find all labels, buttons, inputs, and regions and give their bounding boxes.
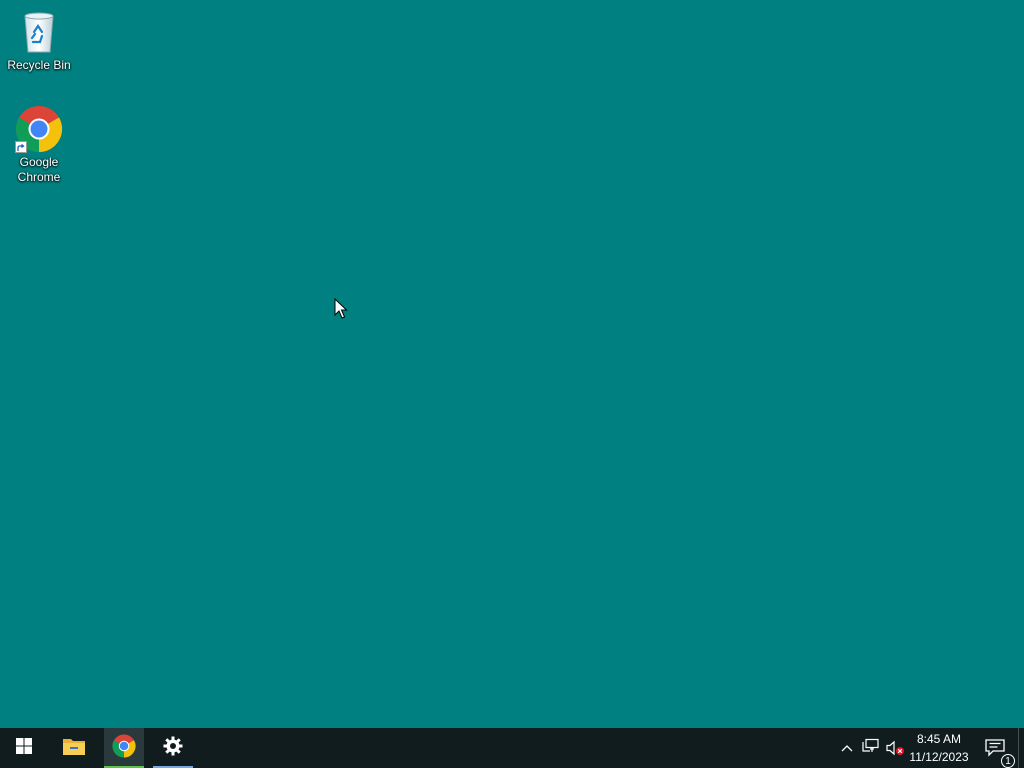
start-button[interactable] <box>0 728 48 768</box>
chrome-icon <box>112 734 136 763</box>
recycle-bin-icon <box>15 8 63 56</box>
volume-muted-icon <box>885 740 905 756</box>
notification-count-badge: 1 <box>1001 754 1015 768</box>
show-hidden-icons-button[interactable] <box>838 728 856 768</box>
chevron-up-icon <box>841 739 853 757</box>
gear-icon <box>163 736 183 761</box>
show-desktop-button[interactable] <box>1018 728 1024 768</box>
shortcut-arrow-icon <box>15 141 27 153</box>
settings-taskbar-button[interactable] <box>153 728 193 768</box>
network-tray-button[interactable] <box>860 728 882 768</box>
clock-button[interactable]: 8:45 AM 11/12/2023 <box>904 728 974 768</box>
google-chrome-taskbar-button[interactable] <box>104 728 144 768</box>
taskbar: 8:45 AM 11/12/2023 1 <box>0 728 1024 768</box>
action-center-button[interactable]: 1 <box>978 728 1015 768</box>
desktop: Recycle Bin Google Chrome <box>0 0 1024 728</box>
chrome-icon <box>15 105 63 153</box>
desktop-icon-recycle-bin[interactable]: Recycle Bin <box>2 8 76 73</box>
desktop-icon-label: Recycle Bin <box>7 58 71 72</box>
volume-tray-button[interactable] <box>884 728 906 768</box>
folder-icon <box>62 736 86 761</box>
network-icon <box>862 738 880 759</box>
windows-logo-icon <box>16 737 32 759</box>
notification-icon: 1 <box>983 736 1015 768</box>
file-explorer-button[interactable] <box>50 728 98 768</box>
desktop-icon-label: Google Chrome <box>17 155 61 184</box>
mouse-cursor-icon <box>334 297 348 320</box>
clock-date: 11/12/2023 <box>909 750 969 764</box>
clock-time: 8:45 AM <box>916 732 962 746</box>
desktop-icon-google-chrome[interactable]: Google Chrome <box>2 105 76 185</box>
